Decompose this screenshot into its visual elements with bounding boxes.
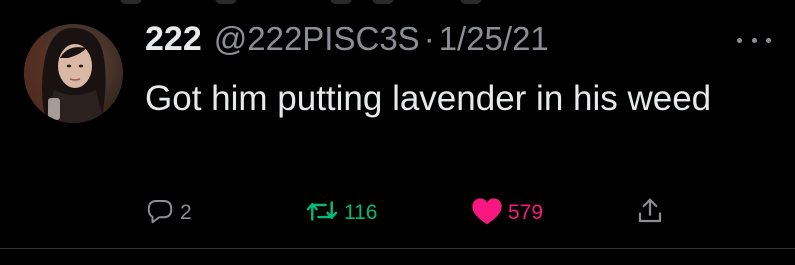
reply-icon bbox=[145, 196, 175, 231]
display-name[interactable]: 222 bbox=[145, 20, 202, 59]
reply-button[interactable]: 2 bbox=[145, 196, 192, 230]
avatar[interactable] bbox=[24, 24, 123, 123]
share-icon bbox=[635, 196, 665, 231]
retweet-count: 116 bbox=[344, 201, 378, 224]
handle[interactable]: @222PISC3S bbox=[214, 20, 420, 58]
like-button[interactable]: 579 bbox=[471, 196, 543, 230]
like-count: 579 bbox=[508, 201, 544, 224]
tweet-date[interactable]: 1/25/21 bbox=[439, 20, 549, 58]
tweet-header: 222 @222PISC3S · 1/25/21 bbox=[145, 20, 549, 64]
heart-icon bbox=[471, 196, 503, 231]
separator-dot: · bbox=[423, 20, 435, 57]
retweet-icon bbox=[305, 196, 339, 231]
action-bar: 2 116 579 bbox=[145, 196, 705, 230]
tweet[interactable]: 222 @222PISC3S · 1/25/21 Got him putting… bbox=[0, 0, 795, 248]
retweet-button[interactable]: 116 bbox=[305, 196, 377, 230]
share-button[interactable] bbox=[635, 196, 665, 230]
reply-count: 2 bbox=[180, 201, 192, 224]
tweet-text: Got him putting lavender in his weed bbox=[145, 79, 712, 118]
more-icon[interactable] bbox=[737, 30, 771, 50]
divider bbox=[0, 248, 795, 249]
